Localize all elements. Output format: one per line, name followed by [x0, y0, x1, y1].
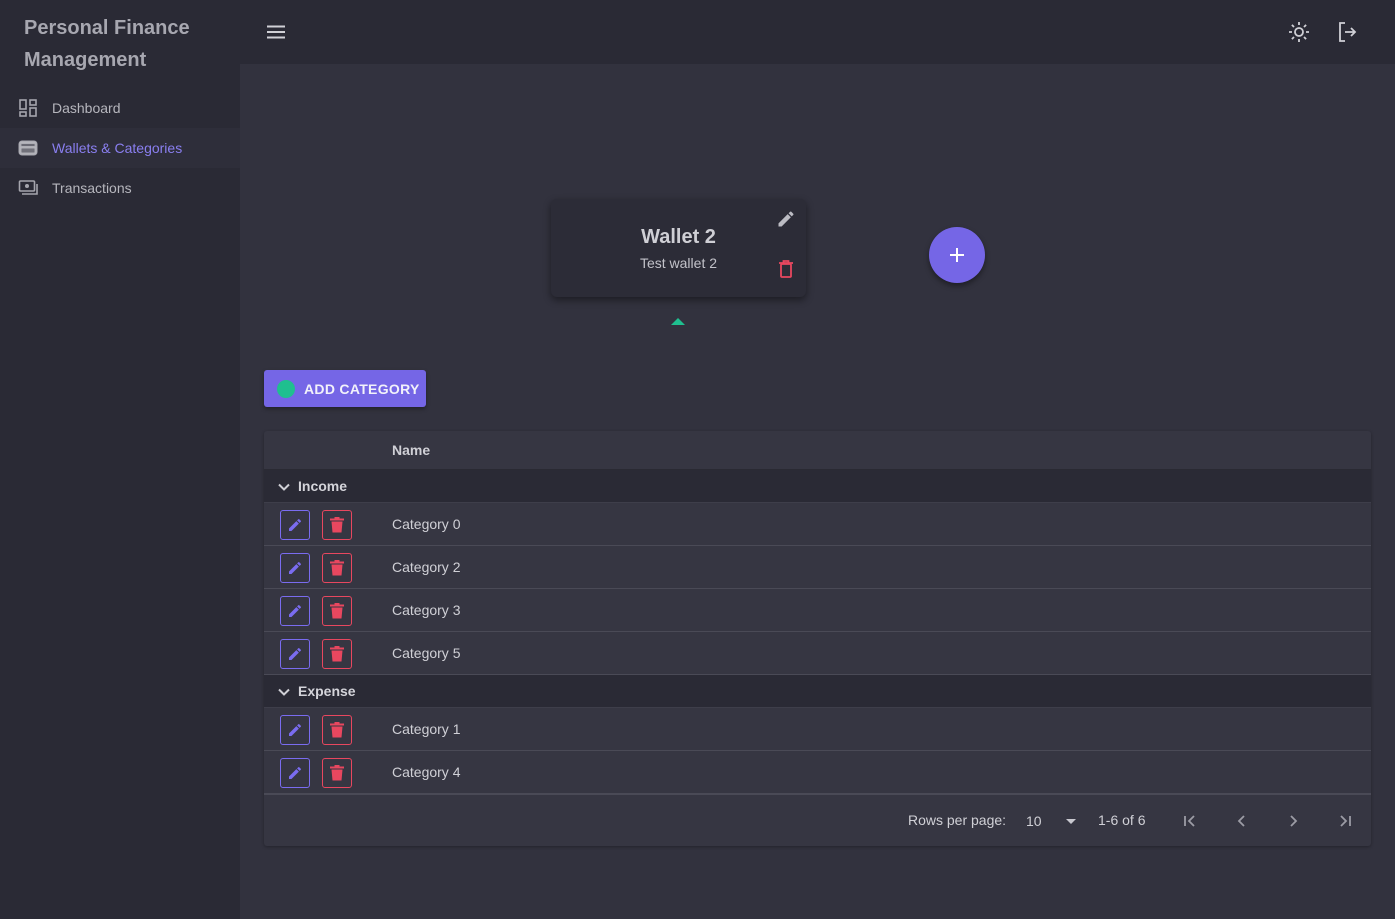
sidebar: Personal Finance Management Dashboard Wa…	[0, 0, 240, 919]
sidebar-item-transactions[interactable]: Transactions	[0, 168, 240, 208]
sidebar-nav: Dashboard Wallets & Categories Transacti…	[0, 88, 240, 208]
pencil-icon	[289, 766, 302, 779]
edit-category-button[interactable]	[280, 510, 310, 540]
table-header: Name	[264, 431, 1371, 470]
delete-category-button[interactable]	[322, 758, 352, 788]
caret-down-icon	[1066, 819, 1076, 824]
rows-per-page-value: 10	[1026, 813, 1042, 829]
sidebar-item-wallets-categories[interactable]: Wallets & Categories	[0, 128, 240, 168]
pencil-icon	[289, 604, 302, 617]
delete-category-button[interactable]	[322, 639, 352, 669]
pencil-icon	[289, 561, 302, 574]
wallet-name: Wallet 2	[641, 226, 716, 248]
trash-icon	[330, 560, 344, 576]
trash-icon	[330, 722, 344, 738]
group-label: Expense	[298, 683, 356, 699]
edit-category-button[interactable]	[280, 553, 310, 583]
pagination-range: 1-6 of 6	[1098, 812, 1146, 828]
pencil-icon	[289, 723, 302, 736]
edit-category-button[interactable]	[280, 758, 310, 788]
table-row: Category 1	[264, 708, 1371, 751]
table-pagination: Rows per page: 10 1-6 of 6	[264, 794, 1371, 846]
delete-category-button[interactable]	[322, 553, 352, 583]
category-name: Category 3	[392, 602, 461, 618]
pencil-icon	[289, 647, 302, 660]
table-row: Category 4	[264, 751, 1371, 794]
trash-icon	[330, 603, 344, 619]
menu-icon[interactable]	[262, 18, 290, 46]
pencil-icon	[289, 518, 302, 531]
sidebar-item-dashboard[interactable]: Dashboard	[0, 88, 240, 128]
topbar	[240, 0, 1395, 64]
category-name: Category 5	[392, 645, 461, 661]
group-row-expense[interactable]: Expense	[264, 675, 1371, 708]
trash-icon	[330, 646, 344, 662]
chevron-down-icon	[278, 688, 290, 696]
group-row-income[interactable]: Income	[264, 470, 1371, 503]
category-name: Category 1	[392, 721, 461, 737]
categories-table: Name Income Category 0 Category 2 Category…	[264, 431, 1371, 846]
column-header-name[interactable]: Name	[392, 442, 430, 458]
edit-category-button[interactable]	[280, 639, 310, 669]
edit-category-button[interactable]	[280, 596, 310, 626]
edit-wallet-icon[interactable]	[776, 209, 796, 229]
table-row: Category 3	[264, 589, 1371, 632]
delete-category-button[interactable]	[322, 596, 352, 626]
sidebar-item-label: Transactions	[52, 180, 132, 196]
chevron-down-icon	[278, 483, 290, 491]
wallet-icon	[18, 138, 38, 158]
delete-category-button[interactable]	[322, 510, 352, 540]
last-page-icon[interactable]	[1333, 809, 1357, 833]
sidebar-item-label: Dashboard	[52, 100, 121, 116]
first-page-icon[interactable]	[1178, 809, 1202, 833]
category-name: Category 4	[392, 764, 461, 780]
sidebar-item-label: Wallets & Categories	[52, 140, 183, 156]
edit-category-button[interactable]	[280, 715, 310, 745]
delete-wallet-icon[interactable]	[778, 260, 794, 278]
rows-per-page-label: Rows per page:	[908, 812, 1007, 828]
add-category-label: ADD CATEGORY	[304, 380, 420, 397]
table-row: Category 0	[264, 503, 1371, 546]
logout-icon[interactable]	[1333, 18, 1361, 46]
theme-sun-icon[interactable]	[1285, 18, 1313, 46]
category-name: Category 0	[392, 516, 461, 532]
table-row: Category 5	[264, 632, 1371, 675]
group-label: Income	[298, 478, 348, 494]
add-circle-icon	[277, 379, 295, 398]
money-icon	[18, 178, 38, 198]
next-page-icon[interactable]	[1281, 809, 1305, 833]
plus-icon	[950, 248, 964, 262]
delete-category-button[interactable]	[322, 715, 352, 745]
add-wallet-button[interactable]	[929, 227, 985, 283]
trash-icon	[330, 517, 344, 533]
rows-per-page-select[interactable]: 10	[1026, 807, 1076, 835]
selected-wallet-indicator	[671, 318, 685, 325]
previous-page-icon[interactable]	[1230, 809, 1254, 833]
trash-icon	[330, 765, 344, 781]
wallet-card[interactable]: Wallet 2 Test wallet 2	[551, 199, 806, 297]
category-name: Category 2	[392, 559, 461, 575]
wallet-description: Test wallet 2	[639, 255, 718, 271]
add-category-button[interactable]: ADD CATEGORY	[264, 370, 426, 407]
app-title: Personal Finance Management	[24, 17, 190, 71]
table-row: Category 2	[264, 546, 1371, 589]
dashboard-icon	[18, 98, 38, 118]
